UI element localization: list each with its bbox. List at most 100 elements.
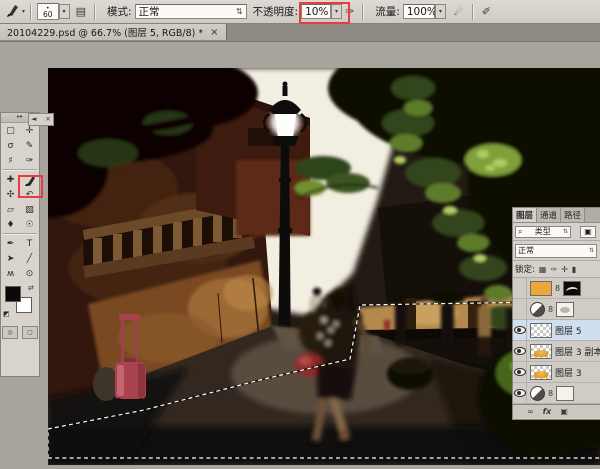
lock-all-icon[interactable]: ▮: [572, 265, 576, 274]
filter-pixel-icon[interactable]: ▣: [580, 226, 596, 238]
layer-name[interactable]: 图层 3 副本: [555, 345, 600, 358]
visibility-toggle[interactable]: [513, 299, 527, 319]
link-layers-icon[interactable]: ∞: [527, 407, 534, 416]
layer-row-orange-fill[interactable]: 8: [513, 278, 600, 299]
filter-type-select[interactable]: ⌕ 类型 ⇅: [515, 226, 571, 238]
layer-row-layer3-copy[interactable]: 图层 3 副本: [513, 341, 600, 362]
opacity-value: 10%: [305, 6, 328, 18]
eyedropper-tool[interactable]: ✑: [20, 153, 39, 168]
adjustment-layer-icon[interactable]: [530, 302, 545, 317]
adjustment-layer-icon[interactable]: [530, 386, 545, 401]
mask-link-icon[interactable]: 8: [548, 389, 553, 398]
mask-link-icon[interactable]: 8: [548, 305, 553, 314]
layer-mask-thumbnail[interactable]: [556, 386, 574, 401]
layer-thumbnail[interactable]: [530, 323, 552, 338]
tab-channels[interactable]: 通道: [537, 208, 561, 222]
blend-mode-row: 正常 ⇅: [513, 241, 600, 261]
layer-mask-thumbnail[interactable]: [556, 302, 574, 317]
separator: [94, 4, 96, 20]
add-layer-mask-icon[interactable]: ▣: [560, 407, 568, 416]
foreground-color-swatch[interactable]: [5, 286, 21, 302]
default-colors-icon[interactable]: ◩: [3, 310, 10, 318]
quick-selection-tool[interactable]: ✎: [20, 138, 39, 153]
blend-mode-select[interactable]: 正常 ⇅: [135, 4, 247, 19]
separator: [362, 4, 364, 20]
flow-input[interactable]: 100%: [403, 4, 435, 19]
pixel-filter-glyph: ▣: [584, 227, 592, 236]
spot-healing-tool[interactable]: ✚: [1, 172, 20, 187]
document-tab[interactable]: 20104229.psd @ 66.7% (图层 5, RGB/8) * ×: [0, 24, 227, 40]
tab-layers[interactable]: 图层: [513, 208, 537, 222]
lasso-tool[interactable]: σ: [1, 138, 20, 153]
rect-marquee-tool[interactable]: ▢: [1, 123, 20, 138]
shape-tool[interactable]: ╱: [20, 251, 39, 266]
brush-tool-icon: [24, 174, 36, 186]
eraser-tool[interactable]: ▱: [1, 202, 20, 217]
swap-colors-icon[interactable]: ⇄: [28, 284, 34, 292]
brush-preset-arrow[interactable]: ▾: [59, 4, 70, 19]
tablet-opacity-icon[interactable]: ✑: [345, 5, 354, 18]
tablet-size-icon[interactable]: ✐: [482, 5, 491, 18]
path-select-tool[interactable]: ➤: [1, 251, 20, 266]
visibility-toggle[interactable]: [513, 383, 527, 403]
layer-filter-row: ⌕ 类型 ⇅ ▣: [513, 223, 600, 241]
zoom-tool[interactable]: ⊙: [20, 266, 39, 281]
tool-options-bar: ▾ • 60 ▾ ▤ 模式: 正常 ⇅ 不透明度: 10% ▾ ✑ 流量: 10…: [0, 0, 600, 24]
collapse-icon[interactable]: ◄: [31, 114, 36, 125]
brush-preset-picker[interactable]: • 60: [37, 3, 59, 20]
flow-arrow[interactable]: ▾: [435, 4, 446, 19]
visibility-toggle[interactable]: [513, 320, 527, 340]
brush-tool-icon[interactable]: [5, 3, 19, 20]
color-swatches: ⇄ ◩: [1, 284, 39, 322]
opacity-arrow[interactable]: ▾: [331, 4, 342, 19]
visibility-toggle[interactable]: [513, 362, 527, 382]
eye-icon: [514, 368, 526, 376]
layer-name[interactable]: 图层 5: [555, 324, 582, 337]
opacity-input[interactable]: 10%: [301, 4, 331, 19]
layer-mask-thumbnail[interactable]: [563, 281, 581, 296]
tool-preset-arrow[interactable]: ▾: [22, 8, 25, 15]
layer-name[interactable]: 图层 3: [555, 366, 582, 379]
airbrush-icon[interactable]: ☄: [454, 5, 464, 18]
visibility-toggle[interactable]: [513, 341, 527, 361]
layer-row-adjustment-hidden[interactable]: 8: [513, 299, 600, 320]
panel-tabs: 图层 通道 路径: [513, 208, 600, 223]
hand-tool[interactable]: ʍ: [1, 266, 20, 281]
spinner-icon: ⇅: [563, 228, 568, 235]
layer-row-layer3[interactable]: 图层 3: [513, 362, 600, 383]
gradient-tool[interactable]: ▧: [20, 202, 39, 217]
layer-thumbnail[interactable]: [530, 365, 552, 380]
visibility-toggle[interactable]: [513, 278, 527, 298]
brush-tool[interactable]: [20, 172, 39, 187]
layer-effects-icon[interactable]: fx: [543, 407, 552, 416]
document-tab-strip: 20104229.psd @ 66.7% (图层 5, RGB/8) * ×: [0, 24, 600, 42]
flow-label: 流量:: [375, 4, 400, 19]
lock-position-icon[interactable]: ✛: [561, 265, 568, 274]
divider: [3, 233, 37, 235]
layer-blend-mode-select[interactable]: 正常 ⇅: [515, 244, 597, 258]
lock-pixels-icon[interactable]: ✑: [550, 265, 557, 274]
clone-stamp-tool[interactable]: ✣: [1, 187, 20, 202]
pen-tool[interactable]: ✒: [1, 236, 20, 251]
photoshop-window: ▾ • 60 ▾ ▤ 模式: 正常 ⇅ 不透明度: 10% ▾ ✑ 流量: 10…: [0, 0, 600, 465]
history-brush-tool[interactable]: ↶: [20, 187, 39, 202]
layer-row-layer5[interactable]: 图层 5: [513, 320, 600, 341]
tab-paths[interactable]: 路径: [561, 208, 585, 222]
screen-mode-button[interactable]: ▢: [22, 326, 38, 339]
document-title: 20104229.psd @ 66.7% (图层 5, RGB/8) *: [7, 25, 203, 39]
layer-thumbnail[interactable]: [530, 344, 552, 359]
layer-thumbnail[interactable]: [530, 281, 552, 296]
type-tool[interactable]: T: [20, 236, 39, 251]
filter-type-label: 类型: [535, 226, 551, 237]
mask-link-icon[interactable]: 8: [555, 284, 560, 293]
mode-label: 模式:: [107, 4, 132, 19]
lock-transparency-icon[interactable]: ▦: [539, 265, 547, 274]
dodge-tool[interactable]: ☉: [20, 217, 39, 232]
quick-mask-button[interactable]: ◎: [2, 326, 18, 339]
blur-tool[interactable]: ♦: [1, 217, 20, 232]
toggle-brush-panel-icon[interactable]: ▤: [76, 5, 86, 18]
crop-tool[interactable]: ♯: [1, 153, 20, 168]
close-icon[interactable]: ×: [45, 114, 51, 125]
close-tab-icon[interactable]: ×: [210, 27, 218, 38]
layer-row-adjustment[interactable]: 8: [513, 383, 600, 404]
